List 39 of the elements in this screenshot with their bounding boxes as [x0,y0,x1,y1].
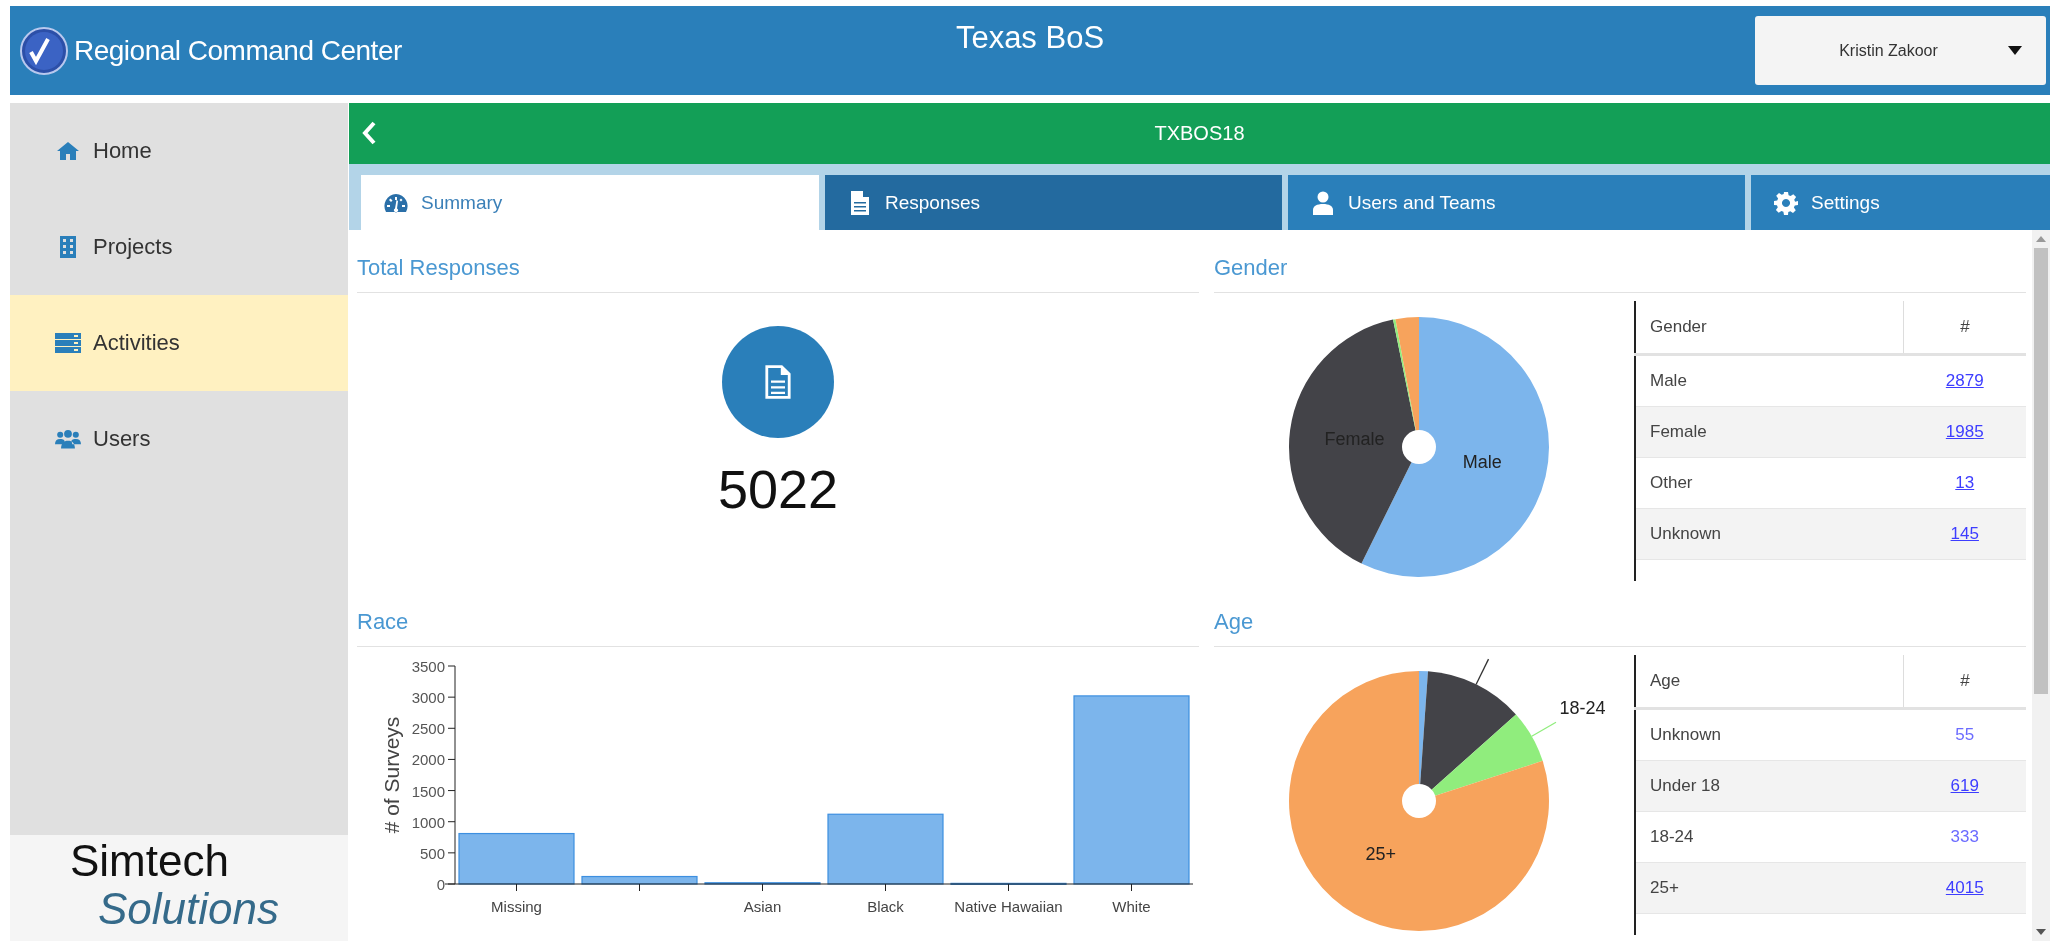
y-tick-label: 3000 [411,689,445,707]
x-tick-label: Black [867,898,904,915]
y-tick-label: 500 [419,844,445,862]
y-tick-label: 3500 [411,658,445,675]
table-cell: Under 18 [1635,760,1904,812]
column-header: # [1903,655,2026,709]
site-title: Texas BoS [955,19,1105,56]
panel-title: Race [357,604,1199,647]
table-cell: 18-24 [1635,811,1904,863]
table-cell: Female [1635,406,1904,458]
panel-title: Total Responses [357,250,1199,293]
column-header: Gender [1635,301,1904,355]
y-tick-label: 1500 [411,782,445,800]
axis-title: # of Surveys [380,716,403,834]
x-tick-label: White [1112,898,1151,915]
x-tick-label: Asian [743,898,782,915]
y-tick-label: 1000 [411,813,445,831]
total-count: 5022 [717,458,839,520]
column-header: # [1903,301,2026,355]
app-title: Regional Command Center [74,34,402,67]
table-cell: 25+ [1635,862,1904,914]
x-tick-label: Native Hawaiian [954,898,1063,915]
logo-text: Solutions [97,885,280,933]
y-tick-label: 0 [436,876,445,893]
panel-title: Gender [1214,250,2026,293]
slice-label: 25+ [1365,843,1397,864]
logo-text: Simtech [70,837,230,885]
table-cell: Unknown [1635,508,1904,560]
table-cell: Unknown [1635,708,1904,761]
y-tick-label: 2500 [411,720,445,738]
slice-label: 18-24 [1559,698,1606,719]
column-header: Age [1635,655,1904,709]
table-cell: Other [1635,457,1904,509]
y-tick-label: 2000 [411,751,445,769]
slice-label: Male [1462,451,1502,472]
table-cell: Male [1635,354,1904,407]
x-tick-label: Missing [491,898,542,915]
project-title: TXBOS18 [1154,122,1245,145]
panel-title: Age [1214,604,2026,647]
